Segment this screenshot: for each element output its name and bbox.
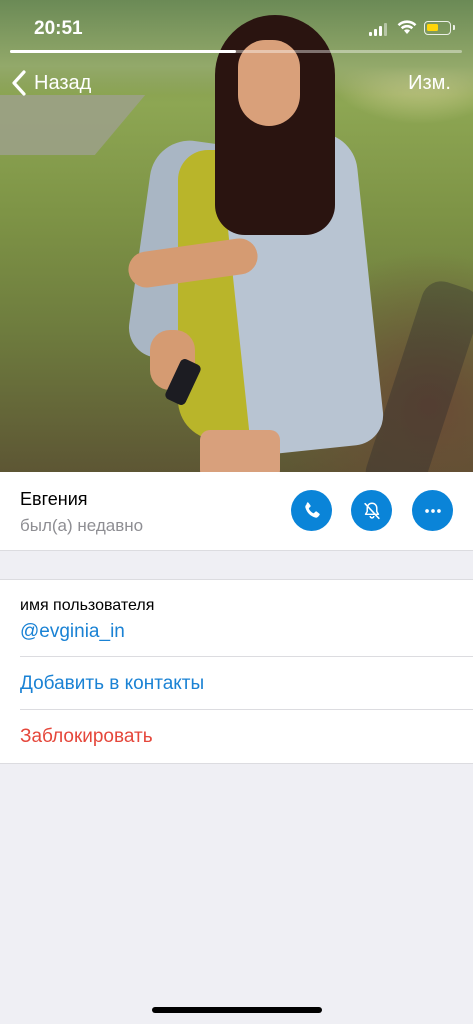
story-progress-fill <box>10 50 236 53</box>
chevron-left-icon <box>12 70 26 96</box>
phone-icon <box>304 501 320 518</box>
row-divider <box>20 656 473 657</box>
home-indicator[interactable] <box>152 1007 322 1013</box>
username-label: имя пользователя <box>20 597 155 614</box>
more-icon <box>424 508 441 513</box>
cellular-signal-icon <box>369 22 387 36</box>
row-divider <box>20 709 473 710</box>
section-separator <box>0 550 473 580</box>
wifi-icon <box>397 20 417 34</box>
edit-button[interactable]: Изм. <box>408 72 451 95</box>
last-seen-status: был(а) недавно <box>20 516 144 535</box>
username-row[interactable]: имя пользователя @evginia_in <box>0 580 473 656</box>
profile-header: Евгения был(а) недавно <box>0 472 473 550</box>
back-button[interactable]: Назад <box>10 68 91 98</box>
call-button[interactable] <box>291 490 332 531</box>
battery-icon <box>424 21 455 35</box>
photo-path <box>0 95 146 155</box>
info-list: имя пользователя @evginia_in Добавить в … <box>0 580 473 763</box>
battery-nub <box>453 25 455 30</box>
status-time: 20:51 <box>34 18 83 39</box>
photo-legs <box>200 430 280 472</box>
bell-slash-icon <box>363 501 380 519</box>
status-bar: 20:51 <box>0 0 473 50</box>
mute-button[interactable] <box>351 490 392 531</box>
more-button[interactable] <box>412 490 453 531</box>
username-value[interactable]: @evginia_in <box>20 621 125 643</box>
list-bottom-border <box>0 763 473 764</box>
story-progress-track <box>10 50 462 53</box>
add-to-contacts-button[interactable]: Добавить в контакты <box>20 673 204 695</box>
battery-level <box>427 24 438 31</box>
block-user-button[interactable]: Заблокировать <box>20 726 153 748</box>
profile-name: Евгения <box>20 489 88 509</box>
back-label: Назад <box>34 71 92 94</box>
